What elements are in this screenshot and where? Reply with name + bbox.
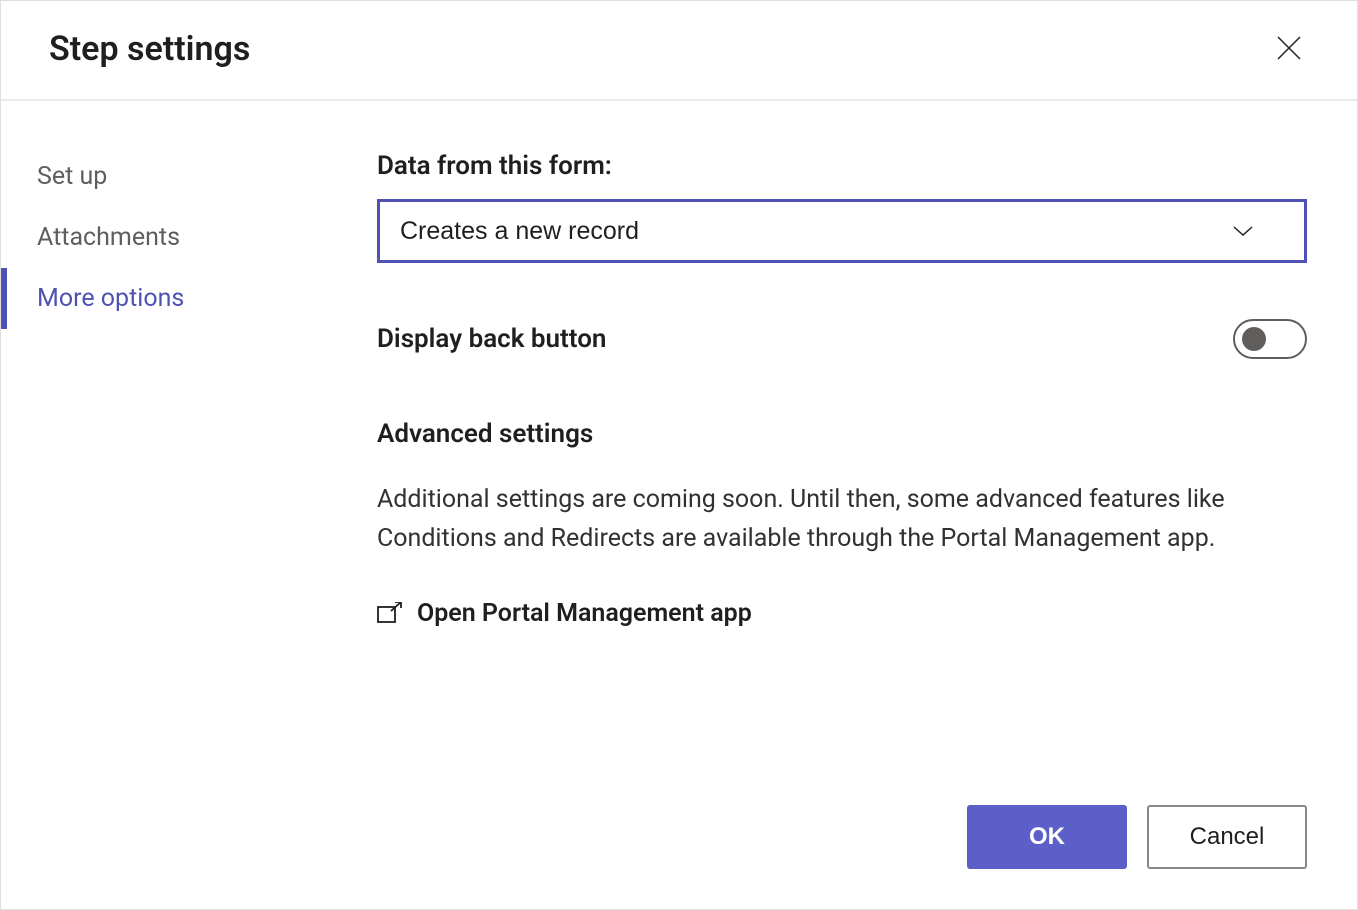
toggle-knob (1242, 327, 1266, 351)
ok-button[interactable]: OK (967, 805, 1127, 869)
back-button-toggle[interactable] (1233, 319, 1307, 359)
dialog-footer: OK Cancel (1, 805, 1357, 909)
sidebar-item-label: More options (37, 284, 184, 313)
dialog-header: Step settings (1, 1, 1357, 101)
step-settings-dialog: Step settings Set up Attachments More op… (0, 0, 1358, 910)
open-external-icon (377, 602, 403, 624)
back-button-row: Display back button (377, 319, 1307, 359)
sidebar-item-more-options[interactable]: More options (1, 268, 331, 329)
content-pane: Data from this form: Creates a new recor… (331, 101, 1357, 805)
dialog-title: Step settings (49, 29, 250, 69)
cancel-button[interactable]: Cancel (1147, 805, 1307, 869)
advanced-settings-text: Additional settings are coming soon. Unt… (377, 481, 1307, 559)
data-form-label: Data from this form: (377, 151, 1307, 181)
data-form-select[interactable]: Creates a new record (377, 199, 1307, 263)
sidebar-item-label: Attachments (37, 223, 180, 252)
back-button-label: Display back button (377, 324, 606, 354)
close-button[interactable] (1269, 29, 1309, 69)
advanced-settings-heading: Advanced settings (377, 419, 1307, 449)
sidebar-item-label: Set up (37, 162, 107, 191)
portal-management-link[interactable]: Open Portal Management app (377, 599, 1307, 628)
data-form-select-value: Creates a new record (400, 217, 639, 246)
chevron-down-icon (1232, 224, 1254, 238)
dialog-body: Set up Attachments More options Data fro… (1, 101, 1357, 805)
sidebar-item-attachments[interactable]: Attachments (1, 207, 331, 268)
sidebar-item-setup[interactable]: Set up (1, 146, 331, 207)
sidebar: Set up Attachments More options (1, 101, 331, 805)
portal-management-link-text: Open Portal Management app (417, 599, 752, 628)
close-icon (1276, 35, 1302, 64)
data-form-select-wrapper: Creates a new record (377, 199, 1307, 263)
